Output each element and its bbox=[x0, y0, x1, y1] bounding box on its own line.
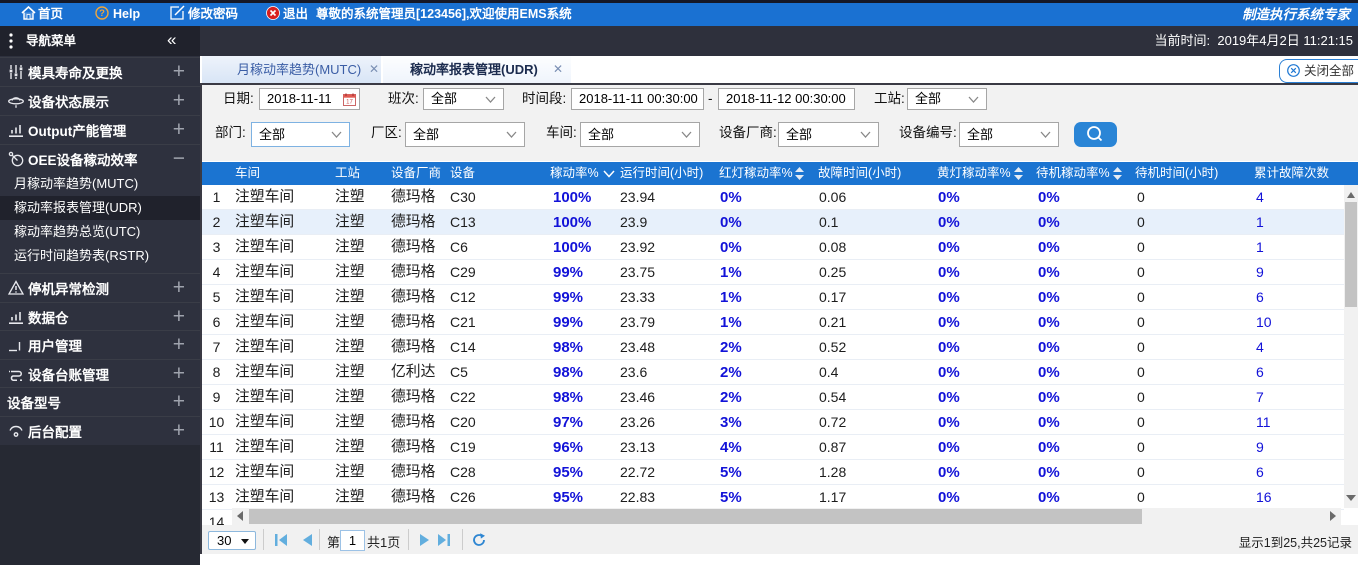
svg-text:17: 17 bbox=[346, 100, 353, 106]
svg-text:?: ? bbox=[99, 8, 105, 19]
